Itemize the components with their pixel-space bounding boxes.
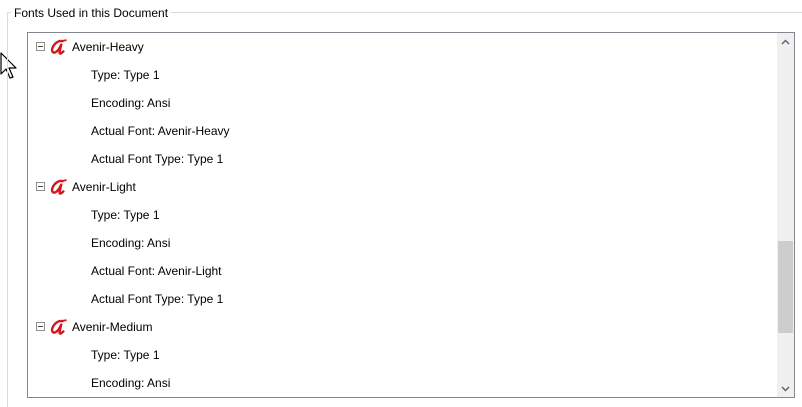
font-property-label: Actual Font: Avenir-Light: [91, 264, 222, 278]
tree-item-font-property[interactable]: Actual Font Type: Type 1: [28, 145, 776, 173]
collapse-toggle-icon[interactable]: [36, 42, 45, 51]
scroll-thumb[interactable]: [778, 241, 793, 333]
font-name-label: Avenir-Medium: [72, 320, 153, 334]
font-property-label: Encoding: Ansi: [91, 236, 171, 250]
tree-item-font-property[interactable]: Type: Type 1: [28, 201, 776, 229]
font-property-label: Type: Type 1: [91, 208, 160, 222]
tree-item-font[interactable]: Avenir-Medium: [28, 313, 776, 341]
font-property-label: Actual Font Type: Type 1: [91, 292, 224, 306]
font-property-label: Encoding: Ansi: [91, 96, 171, 110]
font-property-label: Type: Type 1: [91, 68, 160, 82]
font-property-label: Type: Type 1: [91, 348, 160, 362]
font-property-label: Encoding: Ansi: [91, 376, 171, 390]
tree-item-font-property[interactable]: Encoding: Ansi: [28, 369, 776, 397]
collapse-toggle-icon[interactable]: [36, 182, 45, 191]
scroll-up-button[interactable]: [777, 33, 794, 50]
tree-item-font-property[interactable]: Actual Font: Avenir-Light: [28, 257, 776, 285]
fonts-tree-list[interactable]: Avenir-Heavy Type: Type 1 Encoding: Ansi Ac…: [27, 32, 795, 398]
font-property-label: Actual Font Type: Type 1: [91, 152, 224, 166]
chevron-down-icon: [781, 386, 790, 391]
tree-item-font-property[interactable]: Actual Font Type: Type 1: [28, 285, 776, 313]
font-name-label: Avenir-Light: [72, 180, 136, 194]
chevron-up-icon: [781, 39, 790, 44]
document-properties-fonts-panel: Fonts Used in this Document Avenir-Heavy…: [0, 0, 802, 407]
tree-item-font[interactable]: Avenir-Light: [28, 173, 776, 201]
acrobat-font-icon: [50, 319, 67, 335]
tree-item-font-property[interactable]: Type: Type 1: [28, 341, 776, 369]
acrobat-font-icon: [50, 39, 67, 55]
acrobat-font-icon: [50, 179, 67, 195]
vertical-scrollbar[interactable]: [777, 33, 794, 397]
tree-item-font[interactable]: Avenir-Heavy: [28, 33, 776, 61]
font-name-label: Avenir-Heavy: [72, 40, 144, 54]
fonts-tree: Avenir-Heavy Type: Type 1 Encoding: Ansi Ac…: [28, 33, 776, 397]
tree-item-font-property[interactable]: Type: Type 1: [28, 61, 776, 89]
scroll-down-button[interactable]: [777, 380, 794, 397]
collapse-toggle-icon[interactable]: [36, 322, 45, 331]
tree-item-font-property[interactable]: Encoding: Ansi: [28, 89, 776, 117]
tree-item-font-property[interactable]: Actual Font: Avenir-Heavy: [28, 117, 776, 145]
font-property-label: Actual Font: Avenir-Heavy: [91, 124, 230, 138]
group-title: Fonts Used in this Document: [11, 6, 172, 20]
tree-item-font-property[interactable]: Encoding: Ansi: [28, 229, 776, 257]
